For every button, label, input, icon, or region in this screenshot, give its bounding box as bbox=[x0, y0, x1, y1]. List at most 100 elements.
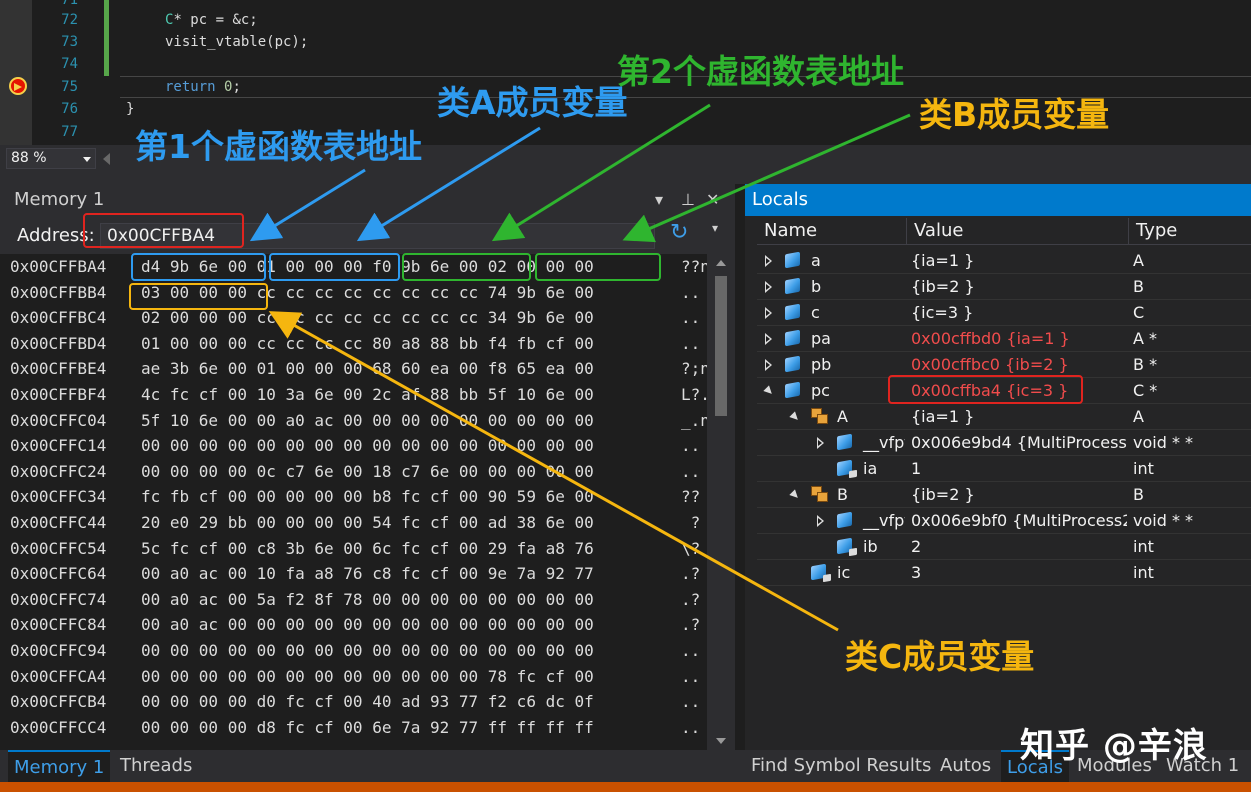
memory-row[interactable]: 0x00CFFC34 fc fb cf 00 00 00 00 00 b8 fc … bbox=[0, 484, 707, 510]
refresh-icon[interactable]: ↻ bbox=[670, 222, 692, 244]
expand-arrow-icon[interactable] bbox=[817, 515, 824, 527]
locals-row[interactable]: __vfptr0x006e9bd4 {MultiProcess2.exe!voi… bbox=[757, 430, 1251, 456]
tab-threads[interactable]: Threads bbox=[114, 750, 198, 782]
pin-icon[interactable]: ⊥ bbox=[681, 184, 695, 216]
status-bar bbox=[0, 782, 1251, 792]
locals-value[interactable]: 0x006e9bf0 {MultiProcess2.exe!void(* C::… bbox=[907, 508, 1127, 534]
locals-value[interactable]: {ia=1 } bbox=[907, 248, 1127, 274]
code-rest: * pc = &c; bbox=[173, 12, 258, 28]
memory-row-bytes: 00 00 00 00 00 00 00 00 00 00 00 00 78 f… bbox=[141, 666, 594, 686]
memory-row[interactable]: 0x00CFFCB4 00 00 00 00 d0 fc cf 00 40 ad … bbox=[0, 689, 707, 715]
memory-row[interactable]: 0x00CFFBF4 4c fc cf 00 10 3a 6e 00 2c af … bbox=[0, 382, 707, 408]
locals-type: C * bbox=[1133, 381, 1158, 400]
code-line[interactable]: 72 C* pc = &c; bbox=[0, 9, 1251, 31]
locals-row[interactable]: B {ib=2 } B bbox=[757, 482, 1251, 508]
column-header-value[interactable]: Value bbox=[907, 218, 1129, 245]
memory-row[interactable]: 0x00CFFBE4 ae 3b 6e 00 01 00 00 00 68 60 … bbox=[0, 356, 707, 382]
scroll-left-icon[interactable] bbox=[103, 153, 110, 165]
scroll-up-icon[interactable] bbox=[716, 260, 726, 266]
overflow-icon[interactable]: ▾ bbox=[712, 212, 718, 244]
memory-scrollbar[interactable] bbox=[707, 254, 735, 750]
collapse-arrow-icon[interactable] bbox=[789, 489, 801, 501]
memory-row-ascii: .. bbox=[681, 282, 701, 302]
locals-window-title[interactable]: Locals bbox=[745, 184, 1251, 216]
variable-icon bbox=[785, 277, 800, 295]
locals-row[interactable]: ia 1 int bbox=[757, 456, 1251, 482]
memory-row-address: 0x00CFFCC4 bbox=[10, 717, 107, 737]
variable-icon bbox=[785, 303, 800, 321]
locals-row[interactable]: __vfptr0x006e9bf0 {MultiProcess2.exe!voi… bbox=[757, 508, 1251, 534]
panel-splitter[interactable] bbox=[0, 172, 1251, 184]
memory-row[interactable]: 0x00CFFC54 5c fc cf 00 c8 3b 6e 00 6c fc … bbox=[0, 536, 707, 562]
tab-find-symbol-results[interactable]: Find Symbol Results bbox=[745, 750, 937, 782]
memory-row[interactable]: 0x00CFFBD4 01 00 00 00 cc cc cc cc 80 a8 … bbox=[0, 331, 707, 357]
locals-name-cell: c bbox=[757, 300, 905, 326]
memory-window-title[interactable]: Memory 1 bbox=[0, 184, 735, 216]
memory-row[interactable]: 0x00CFFC64 00 a0 ac 00 10 fa a8 76 c8 fc … bbox=[0, 561, 707, 587]
memory-row-bytes: 00 a0 ac 00 5a f2 8f 78 00 00 00 00 00 0… bbox=[141, 589, 594, 609]
locals-value[interactable]: 0x00cffbd0 {ia=1 } bbox=[907, 326, 1127, 352]
locals-row[interactable]: pa 0x00cffbd0 {ia=1 } A * bbox=[757, 326, 1251, 352]
collapse-arrow-icon[interactable] bbox=[763, 385, 775, 397]
locals-row[interactable]: a {ia=1 } A bbox=[757, 248, 1251, 274]
memory-row-ascii: .. bbox=[681, 666, 701, 686]
locals-row[interactable]: A {ia=1 } A bbox=[757, 404, 1251, 430]
memory-row-address: 0x00CFFBC4 bbox=[10, 308, 107, 328]
locals-value[interactable]: {ia=1 } bbox=[907, 404, 1127, 430]
tab-autos[interactable]: Autos bbox=[934, 750, 997, 782]
memory-row[interactable]: 0x00CFFC84 00 a0 ac 00 00 00 00 00 00 00 … bbox=[0, 612, 707, 638]
annotation-vtable2: 第2个虚函数表地址 bbox=[617, 52, 904, 91]
expand-arrow-icon[interactable] bbox=[817, 437, 824, 449]
locals-name: pc bbox=[811, 381, 830, 400]
memory-row[interactable]: 0x00CFFCC4 00 00 00 00 d8 fc cf 00 6e 7a … bbox=[0, 715, 707, 741]
locals-name: A bbox=[837, 407, 848, 426]
scrollbar-thumb[interactable] bbox=[715, 276, 727, 416]
memory-row[interactable]: 0x00CFFC94 00 00 00 00 00 00 00 00 00 00 … bbox=[0, 638, 707, 664]
expand-arrow-icon[interactable] bbox=[765, 359, 772, 371]
locals-value[interactable]: 2 bbox=[907, 534, 1127, 560]
locals-value[interactable]: {ib=2 } bbox=[907, 482, 1127, 508]
locals-row[interactable]: ib 2 int bbox=[757, 534, 1251, 560]
memory-row[interactable]: 0x00CFFBB4 03 00 00 00 cc cc cc cc cc cc … bbox=[0, 280, 707, 306]
locals-value[interactable]: 0x006e9bd4 {MultiProcess2.exe!void(* C::… bbox=[907, 430, 1127, 456]
locals-value[interactable]: {ic=3 } bbox=[907, 300, 1127, 326]
locals-value[interactable]: {ib=2 } bbox=[907, 274, 1127, 300]
memory-row[interactable]: 0x00CFFC24 00 00 00 00 0c c7 6e 00 18 c7 … bbox=[0, 459, 707, 485]
column-header-type[interactable]: Type bbox=[1129, 218, 1251, 245]
expand-arrow-icon[interactable] bbox=[765, 255, 772, 267]
locals-value[interactable]: 1 bbox=[907, 456, 1127, 482]
locals-row[interactable]: b {ib=2 } B bbox=[757, 274, 1251, 300]
locals-name-cell: B bbox=[757, 482, 905, 508]
window-menu-icon[interactable]: ▾ bbox=[655, 184, 663, 216]
locals-name: B bbox=[837, 485, 848, 504]
tab-memory-1[interactable]: Memory 1 bbox=[8, 750, 111, 782]
locals-name: __vfptr bbox=[863, 511, 905, 530]
expand-arrow-icon[interactable] bbox=[765, 281, 772, 293]
line-number: 73 bbox=[61, 34, 78, 50]
locals-name-cell: pa bbox=[757, 326, 905, 352]
base-class-icon bbox=[811, 486, 831, 504]
line-number: 75 bbox=[61, 79, 78, 95]
memory-row-ascii: ? bbox=[681, 513, 701, 532]
zoom-dropdown[interactable]: 88 % bbox=[6, 148, 96, 169]
column-header-name[interactable]: Name bbox=[757, 218, 907, 245]
expand-arrow-icon[interactable] bbox=[765, 307, 772, 319]
memory-row[interactable]: 0x00CFFCA4 00 00 00 00 00 00 00 00 00 00 … bbox=[0, 664, 707, 690]
locals-name-cell: ic bbox=[757, 560, 905, 586]
memory-row-address: 0x00CFFC64 bbox=[10, 564, 107, 584]
code-text: visit_vtable(pc); bbox=[165, 34, 309, 50]
variable-icon bbox=[785, 381, 800, 399]
expand-arrow-icon[interactable] bbox=[765, 333, 772, 345]
memory-row[interactable]: 0x00CFFC14 00 00 00 00 00 00 00 00 00 00 … bbox=[0, 433, 707, 459]
memory-row[interactable]: 0x00CFFC44 20 e0 29 bb 00 00 00 00 54 fc … bbox=[0, 510, 707, 536]
locals-row[interactable]: c {ic=3 } C bbox=[757, 300, 1251, 326]
memory-row[interactable]: 0x00CFFC04 5f 10 6e 00 00 a0 ac 00 00 00 … bbox=[0, 408, 707, 434]
scroll-down-icon[interactable] bbox=[716, 738, 726, 744]
memory-row-ascii: .. bbox=[681, 717, 701, 737]
memory-row[interactable]: 0x00CFFC74 00 a0 ac 00 5a f2 8f 78 00 00 … bbox=[0, 587, 707, 613]
locals-value[interactable]: 3 bbox=[907, 560, 1127, 586]
memory-row[interactable]: 0x00CFFBC4 02 00 00 00 cc cc cc cc cc cc … bbox=[0, 305, 707, 331]
locals-name-cell: ib bbox=[757, 534, 905, 560]
collapse-arrow-icon[interactable] bbox=[789, 411, 801, 423]
locals-row[interactable]: ic 3 int bbox=[757, 560, 1251, 586]
